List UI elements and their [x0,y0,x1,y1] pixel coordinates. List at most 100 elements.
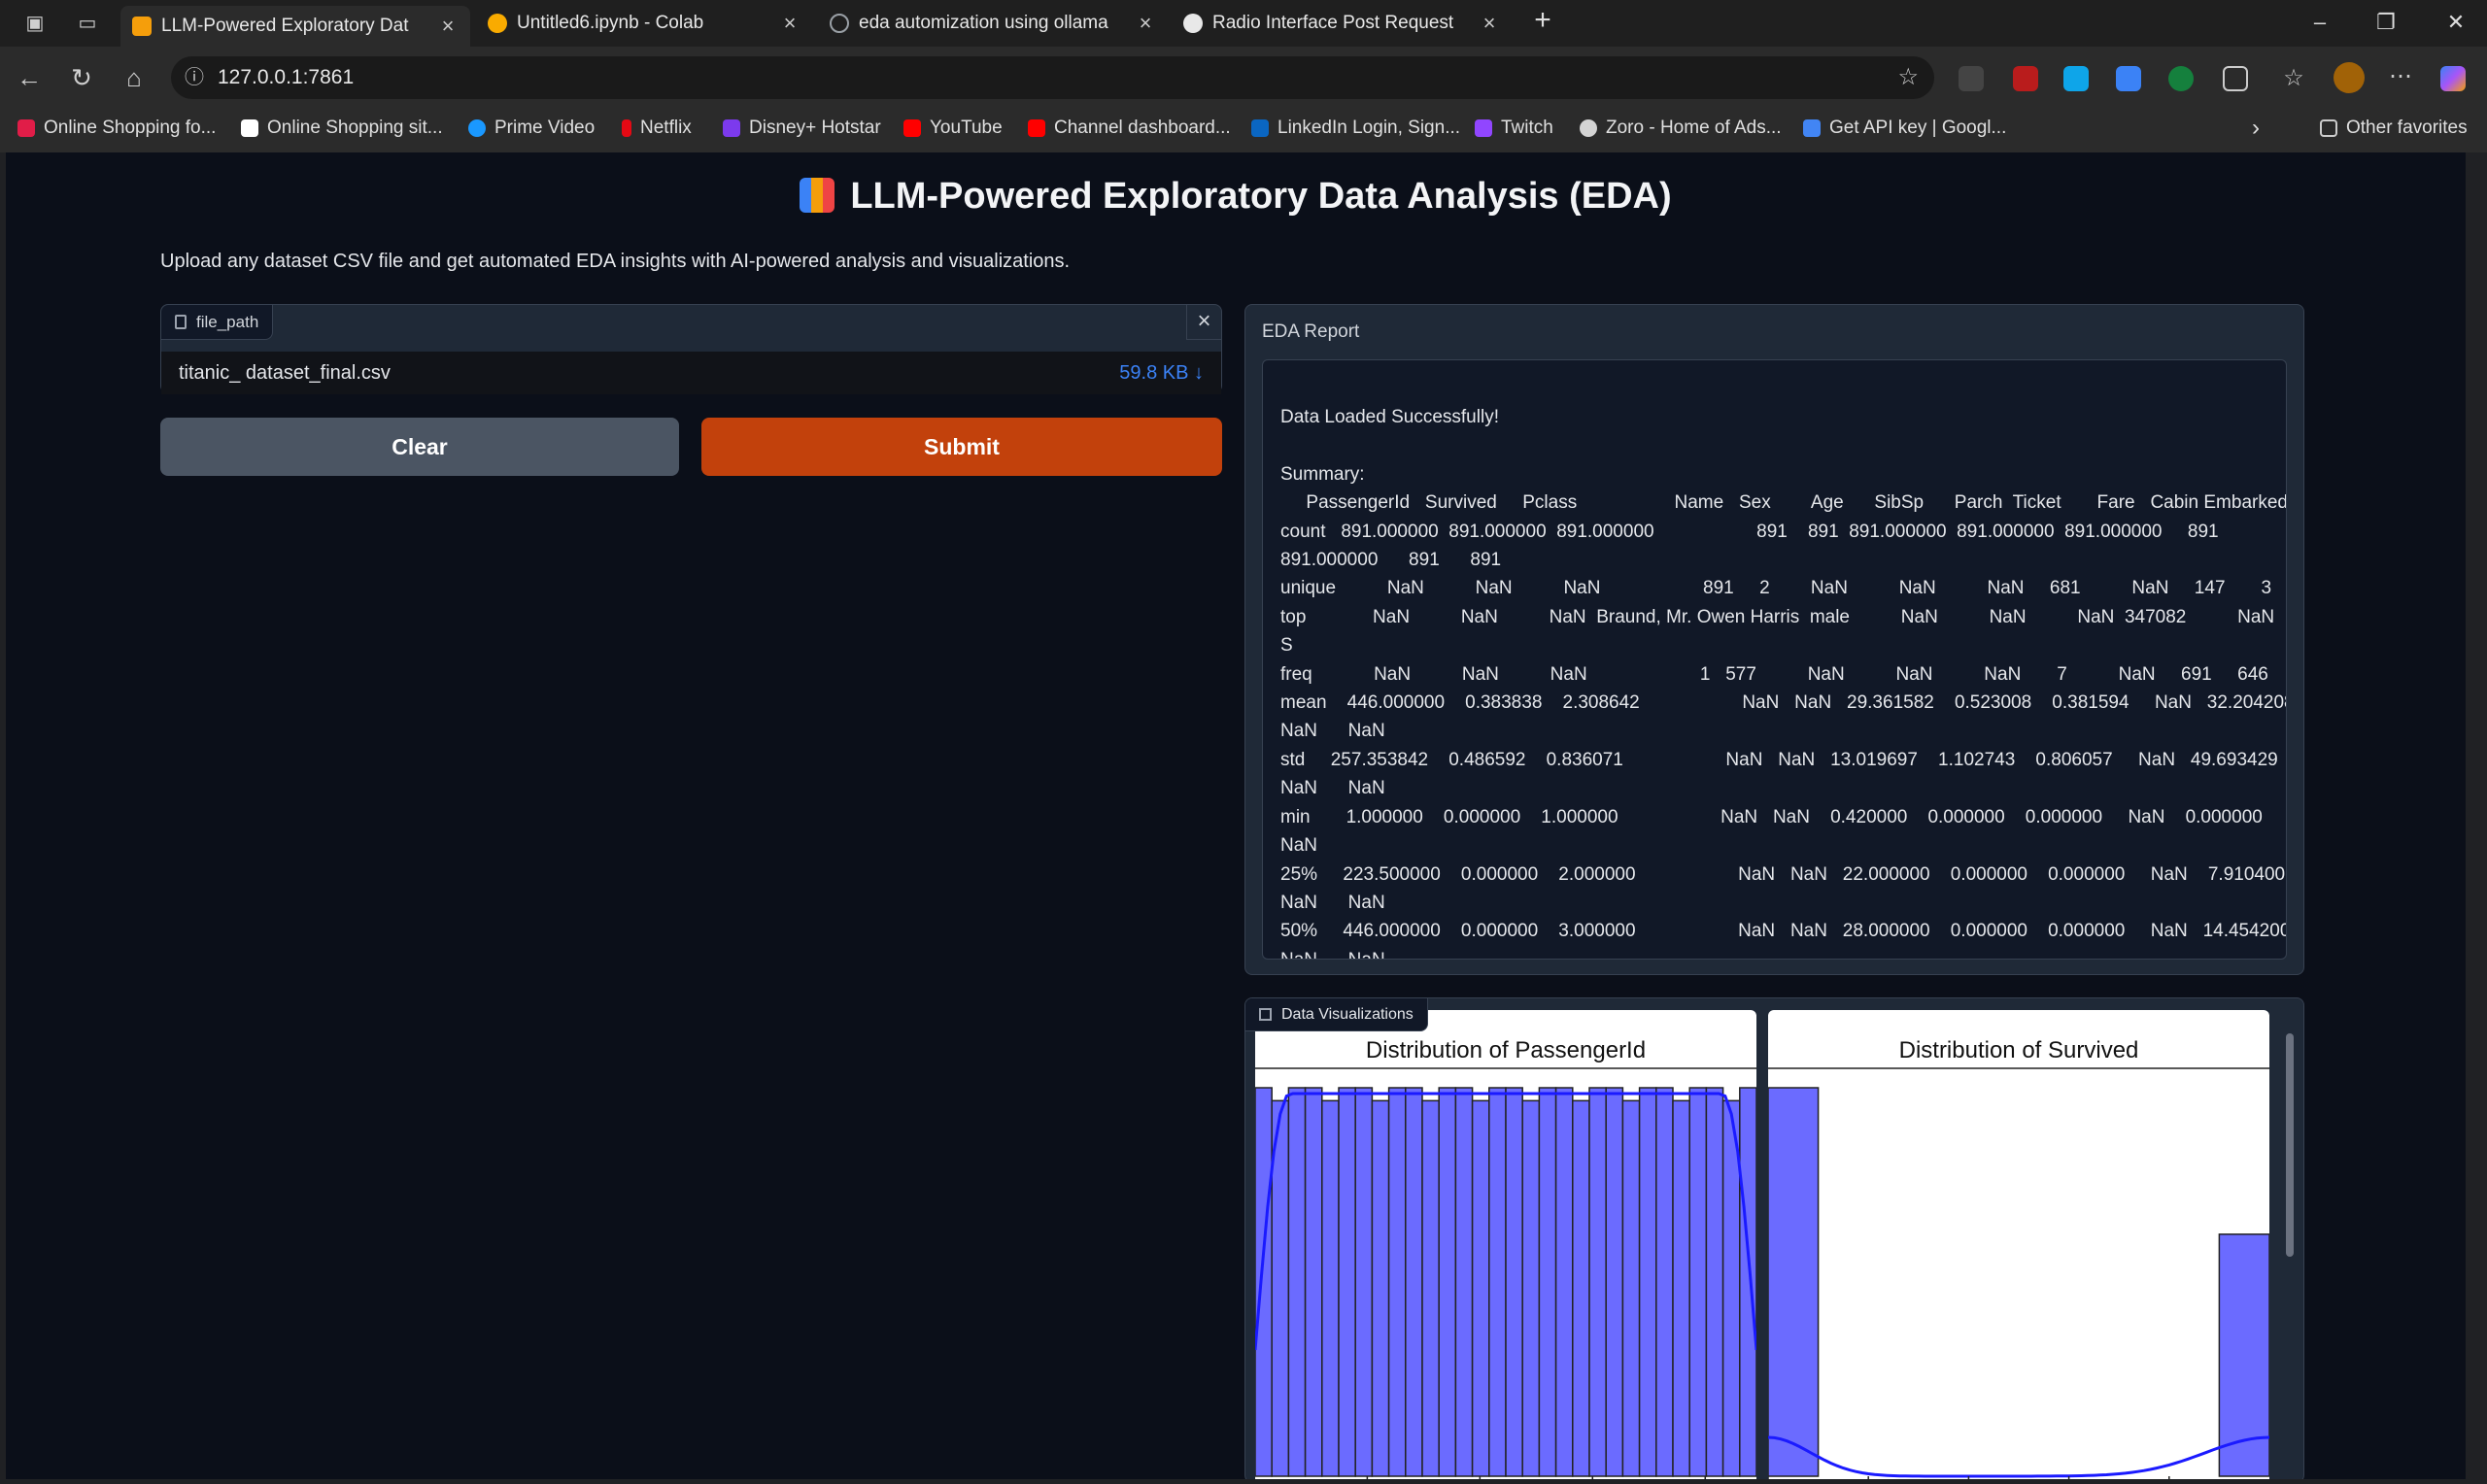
back-icon[interactable]: ← [12,60,47,95]
extensions-icon[interactable] [2223,66,2248,91]
restore-icon[interactable]: ❐ [2367,10,2405,35]
close-icon[interactable]: × [1186,305,1221,340]
chevron-right-icon[interactable]: › [2252,115,2260,142]
reload-icon[interactable]: ↻ [64,60,99,95]
bookmark-item[interactable]: Prime Video [468,115,595,142]
page-scrollbar[interactable] [2464,164,2466,1466]
histogram-bar [1638,1087,1657,1477]
bookmark-item[interactable]: Zoro - Home of Ads... [1580,115,1782,142]
histogram-bar [1605,1087,1624,1477]
close-icon[interactable]: × [779,11,801,36]
close-icon[interactable]: × [437,14,459,39]
histogram-bar [1688,1087,1708,1477]
more-icon[interactable]: ⋯ [2388,65,2413,91]
extension-icon[interactable] [1959,66,1984,91]
bookmark-label: Zoro - Home of Ads... [1606,118,1782,138]
gallery-scrollbar[interactable] [2284,1004,2296,1479]
extension-icon[interactable] [2063,66,2089,91]
file-icon [175,315,187,329]
bookmark-item[interactable]: Netflix [622,115,692,142]
star-icon[interactable]: ☆ [1897,56,1919,99]
bookmark-label: LinkedIn Login, Sign... [1278,118,1461,138]
report-line: std 257.353842 0.486592 0.836071 NaN NaN… [1280,749,2278,770]
tab-title: LLM-Powered Exploratory Dat [161,16,409,36]
bookmark-item[interactable]: Online Shopping sit... [241,115,443,142]
tab-radio[interactable]: Radio Interface Post Request × [1172,6,1512,41]
tab-colab[interactable]: Untitled6.ipynb - Colab × [476,6,812,41]
close-icon[interactable]: × [1135,11,1156,36]
copilot-icon[interactable] [2440,66,2466,91]
plot-survived[interactable]: Distribution of Survived 0.00.20.40.60.8 [1768,1010,2269,1479]
folder-icon [2320,119,2337,137]
histogram-bar [1454,1087,1474,1477]
close-icon[interactable]: × [1479,11,1500,36]
data-visualizations-gallery: Data Visualizations Distribution of Pass… [1244,997,2304,1479]
extension-icon[interactable] [2116,66,2141,91]
grammarly-icon[interactable] [2168,66,2194,91]
submit-button[interactable]: Submit [701,418,1222,476]
histogram-bar [1739,1087,1756,1477]
image-icon [1259,1008,1272,1021]
file-upload[interactable]: file_path × titanic_ dataset_final.csv 5… [160,304,1222,394]
report-line: freq NaN NaN NaN 1 577 NaN NaN NaN 7 NaN… [1280,663,2268,685]
other-favorites-label: Other favorites [2346,118,2468,138]
youtube-icon [903,119,921,137]
histogram-bar [1321,1099,1340,1477]
eda-report-label: EDA Report [1262,321,1360,342]
minimize-icon[interactable]: – [2300,10,2339,35]
workspaces-icon[interactable]: ▣ [17,6,52,41]
tab-ollama[interactable]: eda automization using ollama × [818,6,1168,41]
chart-survived: 0.00.20.40.60.8 [1768,1067,2269,1479]
histogram-bar [1768,1087,1820,1477]
youtube-icon [1028,119,1045,137]
address-bar[interactable]: ⓘ 127.0.0.1:7861 ☆ [171,56,1934,99]
bookmark-item[interactable]: Get API key | Googl... [1803,115,2006,142]
report-line: PassengerId Survived Pclass Name Sex Age… [1280,492,2287,514]
bookmark-item[interactable]: Twitch [1475,115,1553,142]
histogram-bar [1538,1087,1557,1477]
file-size-download-link[interactable]: 59.8 KB ↓ [1119,362,1204,385]
bookmark-item[interactable]: LinkedIn Login, Sign... [1251,115,1460,142]
ublock-icon[interactable] [2013,66,2038,91]
report-line: mean 446.000000 0.383838 2.308642 NaN Na… [1280,692,2287,714]
bookmark-item[interactable]: Disney+ Hotstar [723,115,881,142]
eda-report-panel: EDA Report Data Loaded Successfully! Sum… [1244,304,2304,975]
twitch-icon [1475,119,1492,137]
tab-eda[interactable]: LLM-Powered Exploratory Dat × [120,6,470,47]
bookmark-item[interactable]: YouTube [903,115,1003,142]
scrollbar-thumb[interactable] [2286,1033,2294,1257]
home-icon[interactable]: ⌂ [117,60,152,95]
tab-bar: ▣ ▭ LLM-Powered Exploratory Dat × Untitl… [0,0,2487,47]
info-icon[interactable]: ⓘ [185,56,204,99]
favorites-icon[interactable]: ☆ [2281,66,2306,91]
uploaded-file-row[interactable]: titanic_ dataset_final.csv 59.8 KB ↓ [161,352,1221,394]
report-line: Data Loaded Successfully! [1280,407,1499,427]
avatar[interactable] [2334,62,2365,93]
new-tab-button[interactable]: + [1523,4,1562,37]
bookmark-item[interactable]: Online Shopping fo... [17,115,216,142]
histogram-bar [1705,1087,1724,1477]
bookmark-label: Get API key | Googl... [1829,118,2007,138]
eda-report-textbox[interactable]: Data Loaded Successfully! Summary: Passe… [1262,359,2287,960]
linkedin-icon [1251,119,1269,137]
tab-actions-icon[interactable]: ▭ [70,6,105,41]
plot-passengerid[interactable]: Distribution of PassengerId 200400600800 [1255,1010,1756,1479]
file-input-label: file_path [161,305,274,340]
other-favorites[interactable]: Other favorites [2320,115,2468,142]
data-visualizations-label-text: Data Visualizations [1281,1005,1414,1023]
histogram-bar [1338,1087,1356,1477]
histogram-bar [1255,1087,1273,1477]
bookmark-label: Twitch [1501,118,1553,138]
bookmark-label: Online Shopping fo... [44,118,217,138]
tab-title: Radio Interface Post Request [1212,13,1454,33]
histogram-bar [1621,1099,1641,1477]
netflix-icon [622,119,631,137]
bookmark-item[interactable]: Channel dashboard... [1028,115,1231,142]
histogram-bar [1387,1087,1407,1477]
window-close-icon[interactable]: ✕ [2436,10,2475,35]
clear-button[interactable]: Clear [160,418,679,476]
report-line: NaN NaN [1280,721,1385,742]
browser-chrome: ▣ ▭ LLM-Powered Exploratory Dat × Untitl… [0,0,2487,152]
report-line: NaN [1280,835,1318,857]
report-line: count 891.000000 891.000000 891.000000 8… [1280,521,2219,542]
